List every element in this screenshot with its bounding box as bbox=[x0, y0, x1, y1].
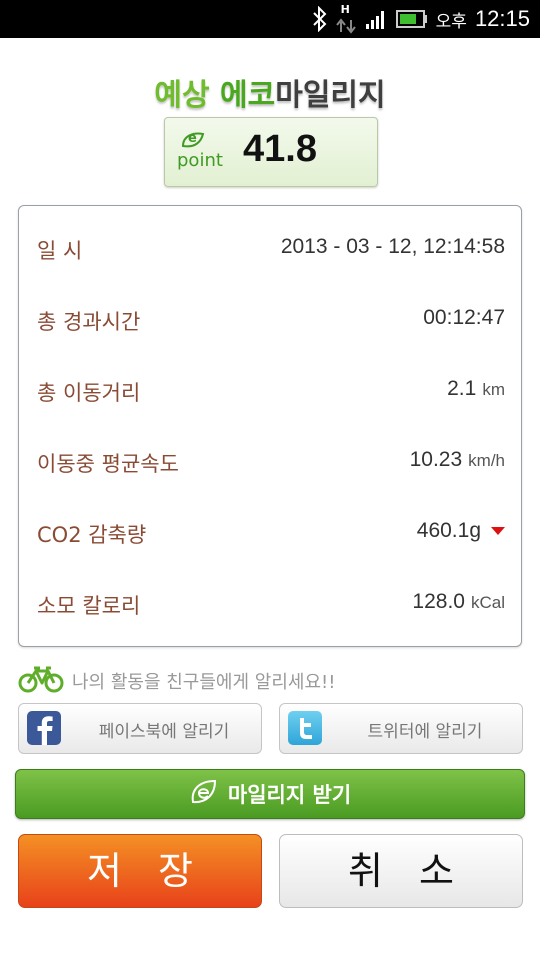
share-facebook-label: 페이스북에 알리기 bbox=[98, 722, 230, 742]
eco-point-logo-text: point bbox=[177, 150, 223, 171]
trip-info-card: 일 시 2013 - 03 - 12, 12:14:58 총 경과시간 00:1… bbox=[18, 205, 522, 647]
info-label: 이동중 평균속도 bbox=[37, 452, 179, 476]
signal-icon bbox=[365, 8, 388, 30]
info-row-calories: 소모 칼로리 128.0 kCal bbox=[19, 584, 521, 624]
save-button[interactable]: 저장 bbox=[18, 834, 262, 908]
facebook-icon bbox=[27, 711, 61, 745]
share-facebook-button[interactable]: 페이스북에 알리기 bbox=[18, 703, 262, 754]
get-mileage-button[interactable]: 마일리지 받기 bbox=[15, 769, 525, 819]
eco-point-value: 41.8 bbox=[243, 128, 317, 170]
info-value: 00:12:47 bbox=[423, 306, 505, 330]
data-arrows-icon: H bbox=[335, 2, 358, 36]
status-ampm: 오후 bbox=[435, 11, 467, 32]
info-value: 128.0 kCal bbox=[412, 590, 505, 614]
share-prompt-text: 나의 활동을 친구들에게 알리세요!! bbox=[72, 672, 336, 693]
info-label: CO2 감축량 bbox=[37, 523, 147, 547]
eco-point-logo-letter: e bbox=[188, 131, 197, 146]
distance-unit: km bbox=[482, 380, 505, 399]
share-prompt: 나의 활동을 친구들에게 알리세요!! bbox=[18, 666, 335, 696]
info-value: 2013 - 03 - 12, 12:14:58 bbox=[281, 235, 505, 259]
info-row-elapsed: 총 경과시간 00:12:47 bbox=[19, 300, 521, 340]
info-value: 2.1 km bbox=[447, 377, 505, 401]
eco-point-logo-icon: e point bbox=[177, 131, 227, 172]
info-label: 총 이동거리 bbox=[37, 381, 141, 405]
page-title: 예상 에코마일리지 bbox=[0, 70, 540, 114]
datetime-value: 2013 - 03 - 12, 12:14:58 bbox=[280, 235, 505, 258]
info-label: 총 경과시간 bbox=[37, 310, 141, 334]
get-mileage-label: 마일리지 받기 bbox=[227, 783, 352, 807]
co2-value: 460.1g bbox=[416, 519, 481, 542]
info-label: 소모 칼로리 bbox=[37, 594, 141, 618]
info-label: 일 시 bbox=[37, 239, 83, 263]
status-bar: H 오후 12:15 bbox=[0, 0, 540, 38]
avg-speed-value: 10.23 bbox=[409, 448, 463, 471]
cancel-button[interactable]: 취소 bbox=[279, 834, 523, 908]
network-type-label: H bbox=[340, 3, 350, 16]
info-row-distance: 총 이동거리 2.1 km bbox=[19, 371, 521, 411]
info-row-co2: CO2 감축량 460.1g bbox=[19, 513, 521, 553]
info-row-avg-speed: 이동중 평균속도 10.23 km/h bbox=[19, 442, 521, 482]
info-value: 10.23 km/h bbox=[410, 448, 505, 472]
info-row-datetime: 일 시 2013 - 03 - 12, 12:14:58 bbox=[19, 229, 521, 269]
distance-value: 2.1 bbox=[447, 377, 477, 400]
share-twitter-button[interactable]: 트위터에 알리기 bbox=[279, 703, 523, 754]
eco-point-box: e point 41.8 bbox=[164, 117, 378, 187]
status-time: 12:15 bbox=[474, 6, 530, 31]
battery-icon bbox=[395, 10, 428, 28]
share-twitter-label: 트위터에 알리기 bbox=[367, 722, 483, 742]
bluetooth-icon bbox=[312, 6, 328, 32]
calories-value: 128.0 bbox=[412, 590, 465, 613]
info-value: 460.1g bbox=[417, 519, 505, 543]
title-part-3: 마일리지 bbox=[275, 78, 386, 113]
twitter-icon bbox=[288, 711, 322, 745]
title-part-2: 에코 bbox=[220, 78, 276, 113]
down-triangle-icon bbox=[491, 527, 505, 536]
avg-speed-unit: km/h bbox=[468, 451, 505, 470]
eco-leaf-icon bbox=[189, 778, 219, 810]
bicycle-icon bbox=[18, 665, 64, 697]
calories-unit: kCal bbox=[470, 593, 505, 612]
elapsed-value: 00:12:47 bbox=[423, 306, 505, 329]
title-part-1: 예상 bbox=[154, 78, 210, 113]
